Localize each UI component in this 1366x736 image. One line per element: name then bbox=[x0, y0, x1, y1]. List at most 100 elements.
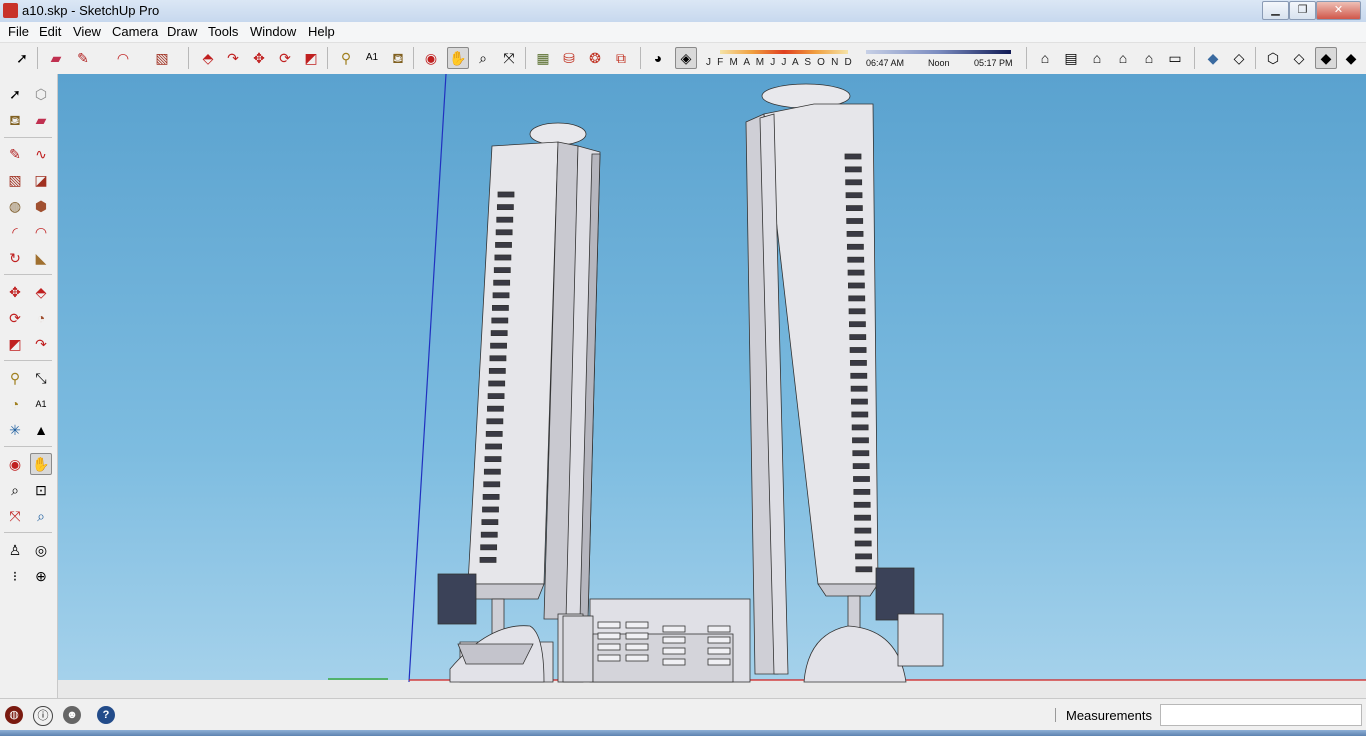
select-icon[interactable]: ➚ bbox=[5, 84, 25, 104]
3d-text-icon[interactable]: ▲ bbox=[31, 420, 51, 440]
measurements-input[interactable] bbox=[1160, 704, 1362, 726]
monochrome-icon[interactable]: ◆ bbox=[1315, 47, 1337, 69]
window-slit bbox=[493, 279, 511, 286]
menu-file[interactable]: File bbox=[8, 24, 29, 39]
follow-me-icon[interactable]: ↷ bbox=[223, 48, 243, 68]
help-icon[interactable]: ? bbox=[97, 706, 115, 724]
shadow-time-slider[interactable]: 06:47 AM Noon 05:17 PM bbox=[864, 47, 1016, 71]
pan-icon[interactable]: ✋ bbox=[30, 453, 52, 475]
protractor-icon[interactable]: ◔ bbox=[5, 394, 25, 414]
window-slit bbox=[844, 153, 862, 160]
menu-camera[interactable]: Camera bbox=[112, 24, 158, 39]
menu-window[interactable]: Window bbox=[250, 24, 296, 39]
push-pull-icon[interactable]: ⬘ bbox=[198, 48, 218, 68]
arc-icon[interactable]: ◠ bbox=[113, 48, 133, 68]
follow-me-icon[interactable]: ◔ bbox=[31, 308, 51, 328]
back-view-icon[interactable]: ⌂ bbox=[1139, 48, 1159, 68]
menu-tools[interactable]: Tools bbox=[208, 24, 238, 39]
zoom-extents-icon[interactable]: ⤧ bbox=[5, 506, 25, 526]
pencil-icon[interactable]: ✎ bbox=[73, 48, 93, 68]
shadow-month-slider[interactable]: J F M A M J J A S O N D bbox=[706, 47, 852, 71]
orbit-icon[interactable]: ◉ bbox=[5, 454, 25, 474]
window-slit bbox=[487, 405, 504, 412]
menu-draw[interactable]: Draw bbox=[167, 24, 197, 39]
position-camera-icon[interactable]: ♙ bbox=[5, 540, 25, 560]
circle-icon[interactable]: ◍ bbox=[5, 196, 25, 216]
maximize-button[interactable]: ❐ bbox=[1289, 1, 1316, 20]
zoom-extents-icon[interactable]: ⤧ bbox=[499, 48, 519, 68]
previous-view-icon[interactable]: ⌕ bbox=[31, 506, 51, 526]
axes-icon[interactable]: ✳ bbox=[5, 420, 25, 440]
rotate-icon[interactable]: ⟳ bbox=[275, 48, 295, 68]
components-icon[interactable]: ▦ bbox=[533, 48, 553, 68]
select-icon[interactable]: ➚ bbox=[12, 48, 32, 68]
rectangle-icon[interactable]: ▧ bbox=[5, 170, 25, 190]
look-around-icon[interactable]: ◎ bbox=[31, 540, 51, 560]
component-icon[interactable]: ⬡ bbox=[31, 84, 51, 104]
window-slit bbox=[495, 229, 513, 236]
hidden-line-icon[interactable]: ⬡ bbox=[1263, 48, 1283, 68]
pan-icon[interactable]: ✋ bbox=[447, 47, 469, 69]
front-view-icon[interactable]: ⌂ bbox=[1087, 48, 1107, 68]
walk-icon[interactable]: ⁝ bbox=[5, 566, 25, 586]
zoom-icon[interactable]: ⌕ bbox=[473, 48, 493, 68]
menu-edit[interactable]: Edit bbox=[39, 24, 61, 39]
eraser-icon[interactable]: ▰ bbox=[31, 110, 51, 130]
line-icon[interactable]: ✎ bbox=[5, 144, 25, 164]
move-icon[interactable]: ✥ bbox=[249, 48, 269, 68]
top-view-icon[interactable]: ▤ bbox=[1061, 48, 1081, 68]
paint-bucket-icon[interactable]: ⛾ bbox=[388, 48, 408, 68]
rotated-rectangle-icon[interactable]: ◪ bbox=[31, 170, 51, 190]
shaded-texture-icon[interactable]: ◇ bbox=[1289, 48, 1309, 68]
rectangle-icon[interactable]: ▧ bbox=[152, 48, 172, 68]
geo-location-icon[interactable]: ◍ bbox=[5, 706, 23, 724]
dimension-icon[interactable]: ⤡ bbox=[31, 368, 51, 388]
arc-icon[interactable]: ◜ bbox=[5, 222, 25, 242]
menu-view[interactable]: View bbox=[73, 24, 101, 39]
sketchup-app-icon[interactable] bbox=[3, 3, 18, 18]
eraser-icon[interactable]: ▰ bbox=[46, 48, 66, 68]
shadow-icon[interactable]: ◕ bbox=[648, 48, 668, 68]
credits-icon[interactable]: ⓘ bbox=[33, 706, 53, 726]
iso-view-icon[interactable]: ⌂ bbox=[1035, 48, 1055, 68]
right-view-icon[interactable]: ⌂ bbox=[1113, 48, 1133, 68]
text-icon[interactable]: A1 bbox=[31, 394, 51, 414]
three-point-arc-icon[interactable]: ↻ bbox=[5, 248, 25, 268]
orbit-icon[interactable]: ◉ bbox=[421, 48, 441, 68]
warehouse-icon[interactable]: ⛁ bbox=[559, 48, 579, 68]
scale-icon[interactable]: ◩ bbox=[5, 334, 25, 354]
tape-measure-icon[interactable]: ⚲ bbox=[336, 48, 356, 68]
window-slit bbox=[854, 540, 872, 547]
window-slit bbox=[486, 418, 504, 425]
polygon-icon[interactable]: ⬢ bbox=[31, 196, 51, 216]
paint-bucket-icon[interactable]: ⛾ bbox=[5, 110, 25, 130]
close-button[interactable]: ✕ bbox=[1316, 1, 1361, 20]
window-slit bbox=[494, 254, 512, 261]
minimize-button[interactable]: ▁ bbox=[1262, 1, 1289, 20]
drawing-viewport[interactable] bbox=[58, 74, 1366, 698]
text-icon[interactable]: A1 bbox=[362, 48, 382, 68]
left-view-icon[interactable]: ▭ bbox=[1165, 48, 1185, 68]
menu-help[interactable]: Help bbox=[308, 24, 335, 39]
wireframe-icon[interactable]: ◇ bbox=[1229, 48, 1249, 68]
section-plane-icon[interactable]: ⊕ bbox=[31, 566, 51, 586]
pie-icon[interactable]: ◣ bbox=[31, 248, 51, 268]
shaded-icon[interactable]: ◈ bbox=[675, 47, 697, 69]
scale-icon[interactable]: ◩ bbox=[301, 48, 321, 68]
freehand-icon[interactable]: ∿ bbox=[31, 144, 51, 164]
user-icon[interactable]: ☻ bbox=[63, 706, 81, 724]
zoom-icon[interactable]: ⌕ bbox=[5, 480, 25, 500]
window-title: a10.skp - SketchUp Pro bbox=[22, 3, 160, 18]
display-style-icon[interactable]: ◆ bbox=[1341, 48, 1361, 68]
tool-separator bbox=[4, 274, 52, 275]
zoom-window-icon[interactable]: ⊡ bbox=[31, 480, 51, 500]
extension-icon[interactable]: ❂ bbox=[585, 48, 605, 68]
xray-icon[interactable]: ◆ bbox=[1203, 48, 1223, 68]
offset-icon[interactable]: ↷ bbox=[31, 334, 51, 354]
move-icon[interactable]: ✥ bbox=[5, 282, 25, 302]
fog-icon[interactable]: ⧉ bbox=[611, 48, 631, 68]
rotate-icon[interactable]: ⟳ bbox=[5, 308, 25, 328]
tape-measure-icon[interactable]: ⚲ bbox=[5, 368, 25, 388]
two-point-arc-icon[interactable]: ◠ bbox=[31, 222, 51, 242]
push-pull-icon[interactable]: ⬘ bbox=[31, 282, 51, 302]
